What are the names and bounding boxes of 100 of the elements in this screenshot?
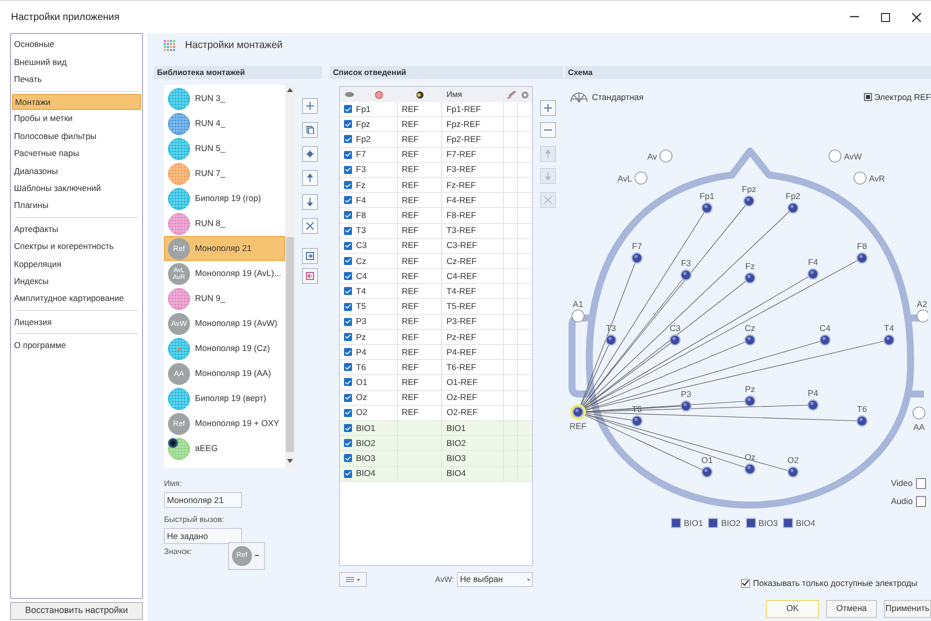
checkbox[interactable] bbox=[344, 408, 352, 417]
ref-toggle[interactable]: Электрод REF bbox=[864, 90, 931, 104]
electrode[interactable] bbox=[701, 466, 713, 478]
electrode[interactable] bbox=[856, 415, 868, 427]
electrode[interactable] bbox=[669, 334, 681, 346]
menu-button[interactable] bbox=[339, 572, 367, 587]
electrode[interactable] bbox=[819, 334, 831, 346]
import-button[interactable] bbox=[302, 248, 318, 264]
bio-checkbox[interactable] bbox=[708, 518, 718, 528]
dialog-button[interactable]: Применить bbox=[884, 600, 931, 618]
sidebar-item[interactable]: Спектры и когерентность bbox=[11, 238, 142, 256]
electrode[interactable] bbox=[701, 202, 713, 214]
checkbox[interactable] bbox=[344, 150, 352, 159]
checkbox[interactable] bbox=[344, 470, 352, 478]
restore-button[interactable]: Восстановить настройки bbox=[10, 602, 143, 620]
checkbox[interactable] bbox=[344, 211, 352, 220]
export-button[interactable] bbox=[302, 268, 318, 284]
down-arrow-button[interactable] bbox=[302, 194, 318, 210]
checkbox[interactable] bbox=[344, 318, 352, 326]
scrollbar[interactable] bbox=[285, 85, 295, 468]
checkbox[interactable] bbox=[344, 363, 352, 372]
electrode[interactable] bbox=[631, 415, 643, 427]
electrode[interactable] bbox=[743, 195, 755, 207]
sidebar-item[interactable]: Плагины bbox=[11, 197, 142, 215]
layout-selector[interactable]: Стандартная bbox=[569, 90, 644, 104]
avw-dropdown[interactable]: Не выбран bbox=[457, 572, 533, 587]
checkbox[interactable] bbox=[344, 166, 352, 174]
sidebar-item[interactable]: Диапазоны bbox=[11, 162, 142, 180]
name-field[interactable]: Монополяр 21 bbox=[164, 492, 242, 508]
sidebar-item[interactable]: Артефакты bbox=[11, 220, 142, 238]
sidebar-item[interactable]: Амплитудное картирование bbox=[11, 290, 142, 308]
checkbox[interactable] bbox=[344, 242, 352, 250]
empty-electrode[interactable] bbox=[828, 150, 842, 162]
checkbox[interactable] bbox=[344, 105, 352, 114]
empty-electrode[interactable] bbox=[660, 150, 672, 162]
sidebar-item[interactable]: Пробы и метки bbox=[11, 110, 142, 128]
add-button[interactable] bbox=[540, 100, 556, 116]
sidebar-item[interactable]: Монтажи bbox=[12, 94, 141, 110]
montage-item[interactable]: Биполяр 19 (верт) bbox=[164, 386, 285, 411]
montage-item[interactable]: RUN 7_ bbox=[164, 161, 285, 186]
checkbox[interactable] bbox=[344, 120, 352, 128]
checkbox[interactable] bbox=[344, 378, 352, 386]
sidebar-item[interactable]: Внешний вид bbox=[11, 53, 142, 71]
electrode[interactable] bbox=[680, 400, 692, 412]
montage-item[interactable]: Биполяр 19 (гор) bbox=[164, 186, 285, 211]
checkbox[interactable] bbox=[344, 287, 352, 296]
montage-item[interactable]: Монополяр 19 (Cz) bbox=[164, 336, 285, 361]
checkbox[interactable] bbox=[741, 578, 750, 588]
checkbox[interactable] bbox=[344, 256, 352, 265]
checkbox[interactable] bbox=[344, 394, 352, 402]
electrode[interactable] bbox=[807, 268, 819, 280]
sidebar-item[interactable]: Полосовые фильтры bbox=[11, 128, 142, 145]
electrode[interactable] bbox=[744, 395, 756, 407]
sidebar-item[interactable]: Лицензия bbox=[11, 313, 142, 331]
electrode[interactable] bbox=[787, 466, 799, 478]
electrode[interactable] bbox=[744, 272, 756, 284]
close-icon[interactable] bbox=[912, 12, 921, 22]
checkbox[interactable] bbox=[344, 454, 352, 462]
video-checkbox[interactable] bbox=[916, 478, 926, 489]
montage-item[interactable]: RUN 4_ bbox=[164, 111, 285, 136]
checkbox[interactable] bbox=[344, 181, 352, 190]
close-button[interactable] bbox=[302, 218, 318, 234]
empty-electrode[interactable] bbox=[572, 310, 584, 322]
audio-checkbox[interactable] bbox=[916, 496, 926, 507]
empty-electrode[interactable] bbox=[916, 310, 928, 322]
checkbox[interactable] bbox=[344, 226, 352, 235]
empty-electrode[interactable] bbox=[634, 172, 648, 184]
checkbox[interactable] bbox=[344, 424, 352, 432]
add-button[interactable] bbox=[302, 98, 318, 114]
electrode[interactable] bbox=[605, 334, 617, 346]
dialog-button[interactable]: OK bbox=[766, 600, 819, 618]
bio-checkbox[interactable] bbox=[782, 518, 793, 528]
sidebar-item[interactable]: Индексы bbox=[11, 272, 142, 290]
montage-item[interactable]: RUN 3_ bbox=[164, 86, 285, 111]
checkbox[interactable] bbox=[344, 302, 352, 311]
montage-item[interactable]: aEEG bbox=[164, 436, 285, 461]
checkbox[interactable] bbox=[344, 332, 352, 341]
up-arrow-button[interactable] bbox=[302, 170, 318, 186]
sidebar-item[interactable]: Печать bbox=[11, 70, 142, 88]
bio-checkbox[interactable] bbox=[670, 518, 681, 528]
electrode[interactable] bbox=[631, 252, 643, 264]
electrode[interactable] bbox=[807, 399, 819, 411]
checkbox[interactable] bbox=[344, 135, 352, 144]
montage-item[interactable]: RUN 9_ bbox=[164, 286, 285, 311]
empty-electrode[interactable] bbox=[854, 172, 866, 184]
checkbox[interactable] bbox=[344, 272, 352, 280]
checkbox[interactable] bbox=[344, 439, 352, 448]
asterisk-button[interactable] bbox=[302, 146, 318, 162]
electrode[interactable] bbox=[744, 463, 756, 475]
maximize-icon[interactable] bbox=[881, 12, 890, 22]
sidebar-item[interactable]: Корреляция bbox=[11, 255, 142, 273]
copy-button[interactable] bbox=[302, 122, 318, 138]
electrode[interactable] bbox=[744, 334, 756, 346]
bio-checkbox[interactable] bbox=[746, 518, 756, 528]
electrode[interactable] bbox=[680, 269, 692, 281]
scroll-thumb[interactable] bbox=[286, 237, 294, 452]
checkbox[interactable] bbox=[344, 348, 352, 356]
dialog-button[interactable]: Отмена bbox=[826, 600, 877, 618]
checkbox[interactable] bbox=[344, 196, 352, 204]
sidebar-item[interactable]: Расчетные пары bbox=[11, 144, 142, 162]
